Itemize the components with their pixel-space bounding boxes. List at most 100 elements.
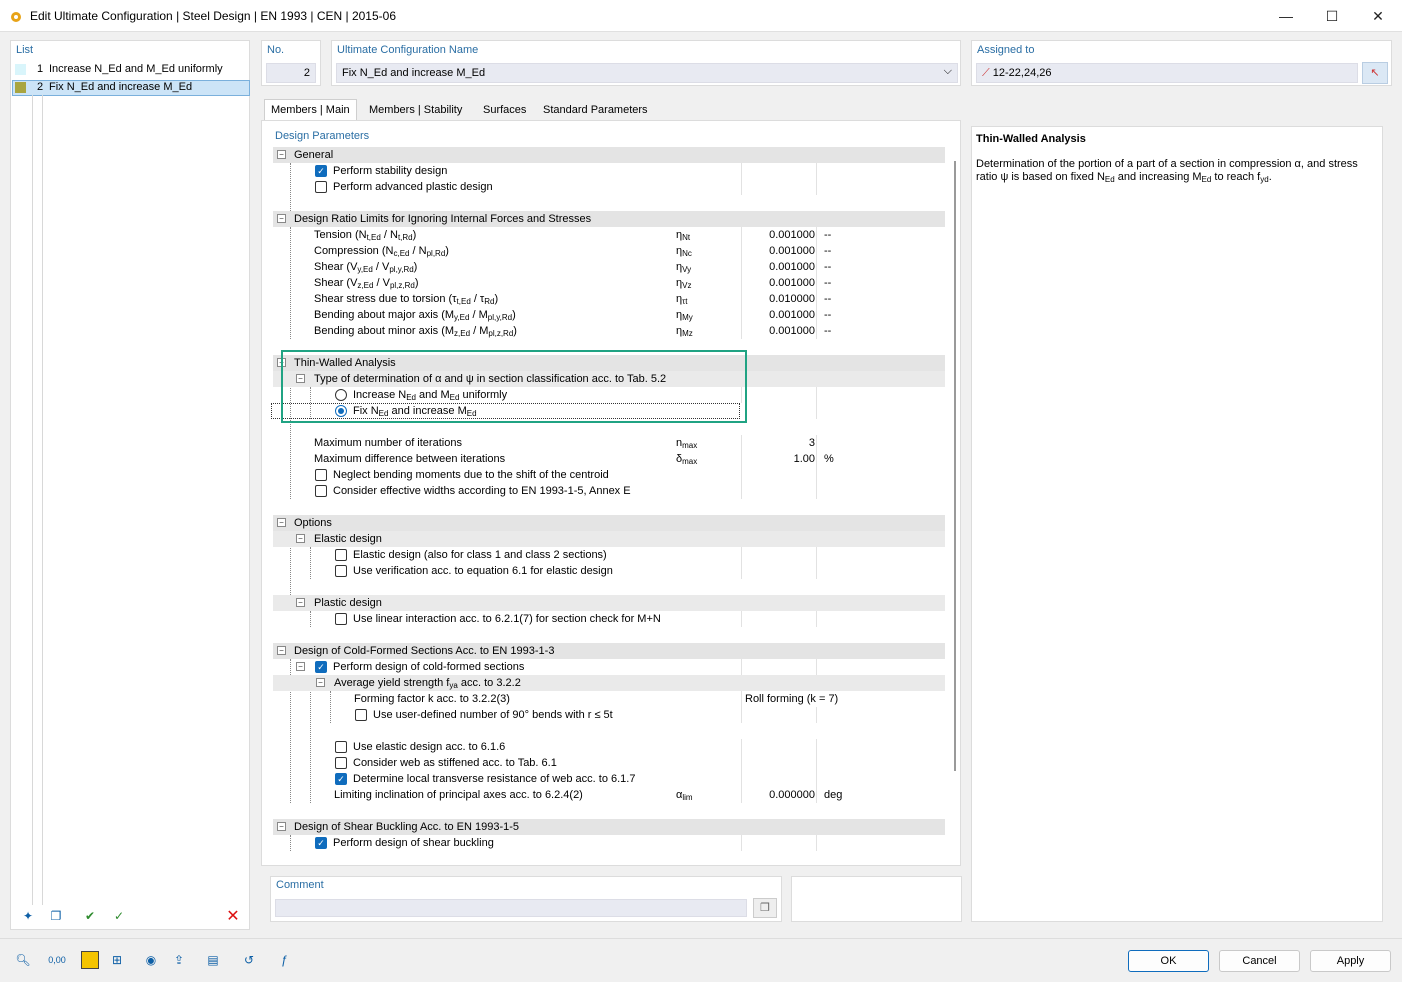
reset-icon[interactable]: ↺: [236, 949, 262, 971]
ratio-value[interactable]: 0.010000: [743, 291, 815, 307]
elastic-616-checkbox[interactable]: [335, 741, 347, 753]
ratio-row[interactable]: Shear (Vy,Ed / Vpl,y,Rd) ηVy 0.001000 --: [273, 259, 945, 275]
collapse-icon[interactable]: −: [277, 822, 286, 831]
collapse-icon[interactable]: −: [277, 518, 286, 527]
perform-cold-label: Perform design of cold-formed sections: [333, 661, 525, 673]
config-name-select[interactable]: Fix N_Ed and increase M_Ed ⌵: [336, 63, 958, 83]
perform-cold-checkbox[interactable]: ✓: [315, 661, 327, 673]
neglect-bending-checkbox[interactable]: [315, 469, 327, 481]
advanced-plastic-checkbox[interactable]: [315, 181, 327, 193]
minimize-icon[interactable]: —: [1263, 0, 1309, 32]
perform-stability-checkbox[interactable]: ✓: [315, 165, 327, 177]
effective-widths-checkbox[interactable]: [315, 485, 327, 497]
apply-button[interactable]: Apply: [1310, 950, 1391, 972]
assigned-field[interactable]: ⟋ 12-22,24,26: [976, 63, 1358, 83]
forming-factor-row[interactable]: Forming factor k acc. to 3.2.2(3) Roll f…: [273, 691, 945, 707]
scrollbar[interactable]: [954, 161, 956, 771]
forming-factor-value[interactable]: Roll forming (k = 7): [745, 691, 838, 707]
export-icon[interactable]: ⇪: [166, 949, 192, 971]
uncheck-icon[interactable]: ✓: [106, 905, 132, 927]
ratio-row[interactable]: Bending about major axis (My,Ed / Mpl,y,…: [273, 307, 945, 323]
section-ratio-limits[interactable]: − Design Ratio Limits for Ignoring Inter…: [273, 211, 945, 227]
ratio-row[interactable]: Shear stress due to torsion (τt,Ed / τRd…: [273, 291, 945, 307]
ratio-value[interactable]: 0.001000: [743, 307, 815, 323]
section-options[interactable]: − Options: [273, 515, 945, 531]
color-icon[interactable]: [81, 951, 99, 969]
collapse-icon[interactable]: −: [277, 150, 286, 159]
user-bends-checkbox[interactable]: [355, 709, 367, 721]
collapse-icon[interactable]: −: [296, 534, 305, 543]
ratio-value[interactable]: 0.001000: [743, 323, 815, 339]
ratio-value[interactable]: 0.001000: [743, 243, 815, 259]
copy-item-icon[interactable]: ❐: [43, 905, 69, 927]
effective-widths-row[interactable]: Consider effective widths according to E…: [273, 483, 945, 499]
table-icon[interactable]: ▤: [200, 949, 226, 971]
select-members-icon[interactable]: ↖: [1362, 62, 1388, 84]
perform-shear-checkbox[interactable]: ✓: [315, 837, 327, 849]
limiting-inclination-value[interactable]: 0.000000: [743, 787, 815, 803]
tab-members-main[interactable]: Members | Main: [264, 99, 357, 121]
ok-button[interactable]: OK: [1128, 950, 1209, 972]
elastic-class-row[interactable]: Elastic design (also for class 1 and cla…: [273, 547, 945, 563]
ratio-row[interactable]: Tension (Nt,Ed / Nt,Rd) ηNt 0.001000 --: [273, 227, 945, 243]
comment-copy-icon[interactable]: ❐: [753, 898, 777, 918]
ratio-row[interactable]: Shear (Vz,Ed / Vpl,z,Rd) ηVz 0.001000 --: [273, 275, 945, 291]
perform-cold-row[interactable]: − ✓ Perform design of cold-formed sectio…: [273, 659, 945, 675]
neglect-bending-row[interactable]: Neglect bending moments due to the shift…: [273, 467, 945, 483]
web-stiffened-row[interactable]: Consider web as stiffened acc. to Tab. 6…: [273, 755, 945, 771]
cancel-button[interactable]: Cancel: [1219, 950, 1300, 972]
ratio-row[interactable]: Bending about minor axis (Mz,Ed / Mpl,z,…: [273, 323, 945, 339]
collapse-icon[interactable]: −: [277, 646, 286, 655]
delete-icon[interactable]: ✕: [220, 905, 246, 927]
max-difference-value[interactable]: 1.00: [743, 451, 815, 467]
linear-interaction-row[interactable]: Use linear interaction acc. to 6.2.1(7) …: [273, 611, 945, 627]
linear-interaction-checkbox[interactable]: [335, 613, 347, 625]
perform-shear-row[interactable]: ✓ Perform design of shear buckling: [273, 835, 945, 851]
advanced-plastic-row[interactable]: Perform advanced plastic design: [273, 179, 945, 195]
collapse-icon[interactable]: −: [296, 598, 305, 607]
ratio-value[interactable]: 0.001000: [743, 275, 815, 291]
elastic-616-label: Use elastic design acc. to 6.1.6: [353, 741, 506, 753]
verification-61-row[interactable]: Use verification acc. to equation 6.1 fo…: [273, 563, 945, 579]
chevron-down-icon[interactable]: ⌵: [944, 65, 952, 78]
section-general[interactable]: − General: [273, 147, 945, 163]
ratio-value[interactable]: 0.001000: [743, 259, 815, 275]
collapse-icon[interactable]: −: [296, 662, 305, 671]
elastic-616-row[interactable]: Use elastic design acc. to 6.1.6: [273, 739, 945, 755]
elastic-class-checkbox[interactable]: [335, 549, 347, 561]
avg-yield-row[interactable]: − Average yield strength fya acc. to 3.2…: [273, 675, 945, 691]
search-icon[interactable]: 🔍︎: [10, 949, 36, 971]
check-all-icon[interactable]: ✔: [77, 905, 103, 927]
list-item[interactable]: 1 Increase N_Ed and M_Ed uniformly: [12, 62, 250, 78]
comment-input[interactable]: [275, 899, 747, 917]
plastic-design-group[interactable]: − Plastic design: [273, 595, 945, 611]
elastic-design-group[interactable]: − Elastic design: [273, 531, 945, 547]
function-icon[interactable]: ƒ: [271, 949, 297, 971]
ratio-value[interactable]: 0.001000: [743, 227, 815, 243]
units-icon[interactable]: ⊞: [104, 949, 130, 971]
max-difference-row[interactable]: Maximum difference between iterations δm…: [273, 451, 945, 467]
limiting-inclination-row[interactable]: Limiting inclination of principal axes a…: [273, 787, 945, 803]
ratio-row[interactable]: Compression (Nc,Ed / Npl,Rd) ηNc 0.001000-…: [273, 243, 945, 259]
web-stiffened-checkbox[interactable]: [335, 757, 347, 769]
list-item-selected[interactable]: 2 Fix N_Ed and increase M_Ed: [12, 80, 250, 96]
new-item-icon[interactable]: ✦: [15, 905, 41, 927]
tab-members-stability[interactable]: Members | Stability: [362, 99, 469, 121]
decimal-icon[interactable]: 0,00: [44, 949, 70, 971]
close-icon[interactable]: ✕: [1355, 0, 1401, 32]
view-icon[interactable]: ◉: [138, 949, 164, 971]
tab-surfaces[interactable]: Surfaces: [476, 99, 533, 121]
section-shear-buckling[interactable]: − Design of Shear Buckling Acc. to EN 19…: [273, 819, 945, 835]
local-transverse-row[interactable]: ✓ Determine local transverse resistance …: [273, 771, 945, 787]
tab-standard-parameters[interactable]: Standard Parameters: [536, 99, 655, 121]
max-iterations-value[interactable]: 3: [743, 435, 815, 451]
maximize-icon[interactable]: ☐: [1309, 0, 1355, 32]
collapse-icon[interactable]: −: [316, 678, 325, 687]
section-cold-formed[interactable]: − Design of Cold-Formed Sections Acc. to…: [273, 643, 945, 659]
local-transverse-checkbox[interactable]: ✓: [335, 773, 347, 785]
user-bends-row[interactable]: Use user-defined number of 90° bends wit…: [273, 707, 945, 723]
perform-stability-row[interactable]: ✓ Perform stability design: [273, 163, 945, 179]
collapse-icon[interactable]: −: [277, 214, 286, 223]
max-iterations-row[interactable]: Maximum number of iterations nmax 3: [273, 435, 945, 451]
verification-61-checkbox[interactable]: [335, 565, 347, 577]
